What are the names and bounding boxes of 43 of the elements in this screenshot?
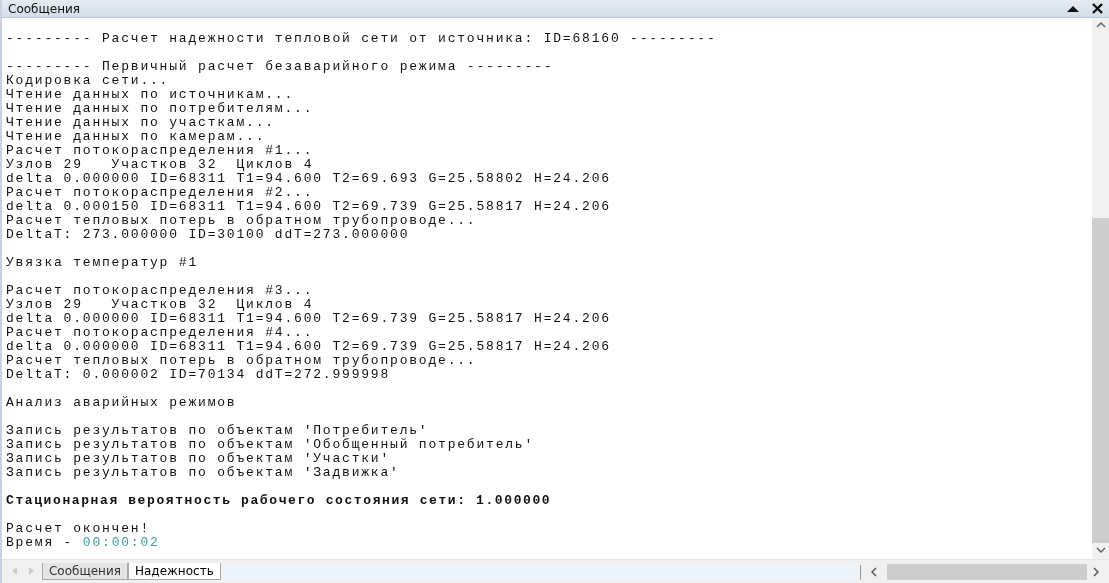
log-line: DeltaT: 273.000000 ID=30100 ddT=273.000000 <box>6 227 410 242</box>
log-line: --------- Расчет надежности тепловой сети от источника: ID=68160 --------- <box>6 31 717 46</box>
log-line: Чтение данных по источникам... <box>6 87 295 102</box>
log-line: Запись результатов по объектам 'Потребитель' <box>6 423 429 438</box>
log-line: Расчет потокораспределения #1... <box>6 143 314 158</box>
tab[interactable]: Сообщения <box>41 563 128 580</box>
scroll-left-icon[interactable] <box>871 567 877 577</box>
log-line: delta 0.000000 ID=68311 T1=94.600 T2=69.739 G=25.58817 H=24.206 <box>6 311 611 326</box>
log-line: delta 0.000000 ID=68311 T1=94.600 T2=69.693 G=25.58802 H=24.206 <box>6 171 611 186</box>
log-line: Чтение данных по камерам... <box>6 129 266 144</box>
log-line: Узлов 29 Участков 32 Циклов 4 <box>6 297 314 312</box>
log-line: Кодировка сети... <box>6 73 170 88</box>
log-line: Запись результатов по объектам 'Обобщенный потребитель' <box>6 437 535 452</box>
log-line: Расчет потокораспределения #3... <box>6 283 314 298</box>
log-line: Расчет тепловых потерь в обратном трубопроводе... <box>6 353 477 368</box>
scroll-up-icon[interactable] <box>1095 22 1106 28</box>
scroll-thumb[interactable] <box>887 564 1087 580</box>
log-line: --------- Первичный расчет безаварийного режима --------- <box>6 59 554 74</box>
log-line: Запись результатов по объектам 'Задвижка' <box>6 465 400 480</box>
scroll-right-icon[interactable] <box>1093 567 1099 577</box>
log-line: Расчет окончен! <box>6 521 151 536</box>
vertical-scrollbar[interactable] <box>1092 18 1109 559</box>
log-line: Расчет тепловых потерь в обратном трубопроводе... <box>6 213 477 228</box>
log-line: Стационарная вероятность рабочего состояния сети: 1.000000 <box>6 493 552 508</box>
log-line: Чтение данных по потребителям... <box>6 101 314 116</box>
log-line: Чтение данных по участкам... <box>6 115 275 130</box>
log-line: Узлов 29 Участков 32 Циклов 4 <box>6 157 314 172</box>
log-line: Увязка температур #1 <box>6 255 199 270</box>
log-line: Время - <box>6 535 74 550</box>
log-line: delta 0.000150 ID=68311 T1=94.600 T2=69.739 G=25.58817 H=24.206 <box>6 199 611 214</box>
log-line: Анализ аварийных режимов <box>6 395 237 410</box>
close-icon[interactable] <box>1092 3 1103 14</box>
scroll-thumb[interactable] <box>1092 218 1109 543</box>
log-line: Запись результатов по объектам 'Участки' <box>6 451 391 466</box>
log-line: Расчет потокораспределения #4... <box>6 325 314 340</box>
log-line: delta 0.000000 ID=68311 T1=94.600 T2=69.739 G=25.58817 H=24.206 <box>6 339 611 354</box>
collapse-icon[interactable] <box>1066 4 1080 13</box>
log-line: DeltaT: 0.000002 ID=70134 ddT=272.999998 <box>6 367 391 382</box>
tab[interactable]: Надежность <box>128 563 221 580</box>
elapsed-time: 00:00:02 <box>82 535 160 550</box>
window-title: Сообщения <box>8 1 80 16</box>
scroll-down-icon[interactable] <box>1095 547 1106 553</box>
log-line: Расчет потокораспределения #2... <box>6 185 314 200</box>
